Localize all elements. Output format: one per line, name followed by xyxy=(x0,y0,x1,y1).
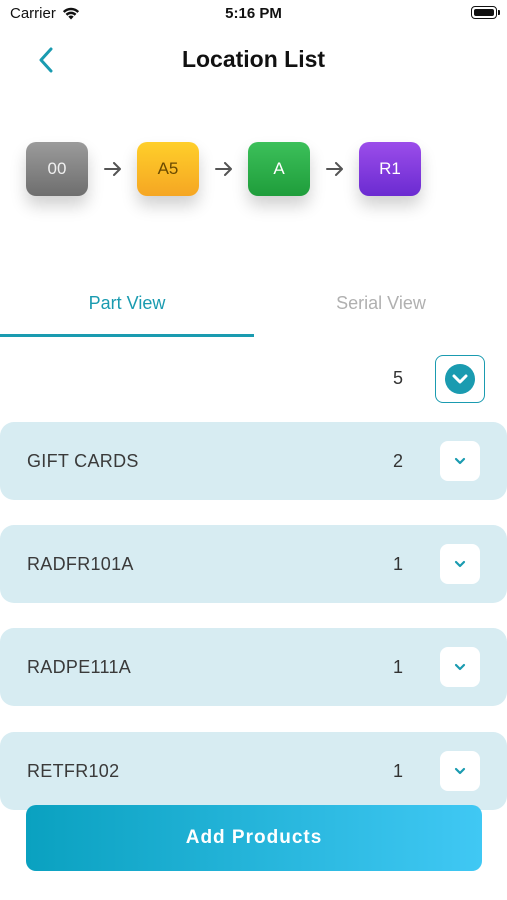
path-chip-label: A5 xyxy=(157,159,179,178)
total-count: 5 xyxy=(392,368,403,388)
path-chip-1[interactable]: 00 xyxy=(26,142,88,196)
location-path: 00 A5 A R1 xyxy=(26,142,421,196)
part-quantity: 1 xyxy=(392,656,403,677)
arrow-right-icon xyxy=(88,162,137,176)
part-quantity: 1 xyxy=(392,553,403,574)
status-time: 5:16 PM xyxy=(225,5,282,22)
add-products-button[interactable]: Add Products xyxy=(26,805,482,871)
part-card[interactable]: RETFR102 1 xyxy=(0,732,507,810)
status-bar: Carrier 5:16 PM xyxy=(0,0,507,28)
chevron-down-circle-icon xyxy=(445,364,475,394)
view-tabs: Part View Serial View xyxy=(0,270,507,338)
chevron-down-icon xyxy=(454,767,466,775)
part-name: RETFR102 xyxy=(27,760,120,781)
path-chip-2[interactable]: A5 xyxy=(137,142,199,196)
chevron-down-icon xyxy=(454,663,466,671)
part-quantity: 2 xyxy=(392,450,403,471)
part-name: RADPE111A xyxy=(27,656,132,677)
part-card[interactable]: RADFR101A 1 xyxy=(0,525,507,603)
part-name: RADFR101A xyxy=(27,553,134,574)
expand-part-button[interactable] xyxy=(440,544,480,584)
arrow-right-icon xyxy=(310,162,359,176)
part-card[interactable]: RADPE111A 1 xyxy=(0,628,507,706)
part-name: GIFT CARDS xyxy=(27,450,139,471)
tab-part-view[interactable]: Part View xyxy=(0,270,254,336)
path-chip-4[interactable]: R1 xyxy=(359,142,421,196)
path-chip-label: 00 xyxy=(47,159,67,178)
expand-part-button[interactable] xyxy=(440,441,480,481)
page-title: Location List xyxy=(181,46,326,72)
expand-all-button[interactable] xyxy=(435,355,485,403)
expand-part-button[interactable] xyxy=(440,647,480,687)
arrow-right-icon xyxy=(199,162,248,176)
path-chip-3[interactable]: A xyxy=(248,142,310,196)
part-card[interactable]: GIFT CARDS 2 xyxy=(0,422,507,500)
path-chip-label: R1 xyxy=(379,159,401,178)
chevron-down-icon xyxy=(454,560,466,568)
part-quantity: 1 xyxy=(392,760,403,781)
nav-bar: Location List xyxy=(0,36,507,84)
active-tab-indicator xyxy=(0,334,254,337)
chevron-down-icon xyxy=(454,457,466,465)
battery-icon xyxy=(471,6,500,19)
path-chip-label: A xyxy=(273,159,285,178)
expand-part-button[interactable] xyxy=(440,751,480,791)
tab-serial-view[interactable]: Serial View xyxy=(254,270,507,336)
